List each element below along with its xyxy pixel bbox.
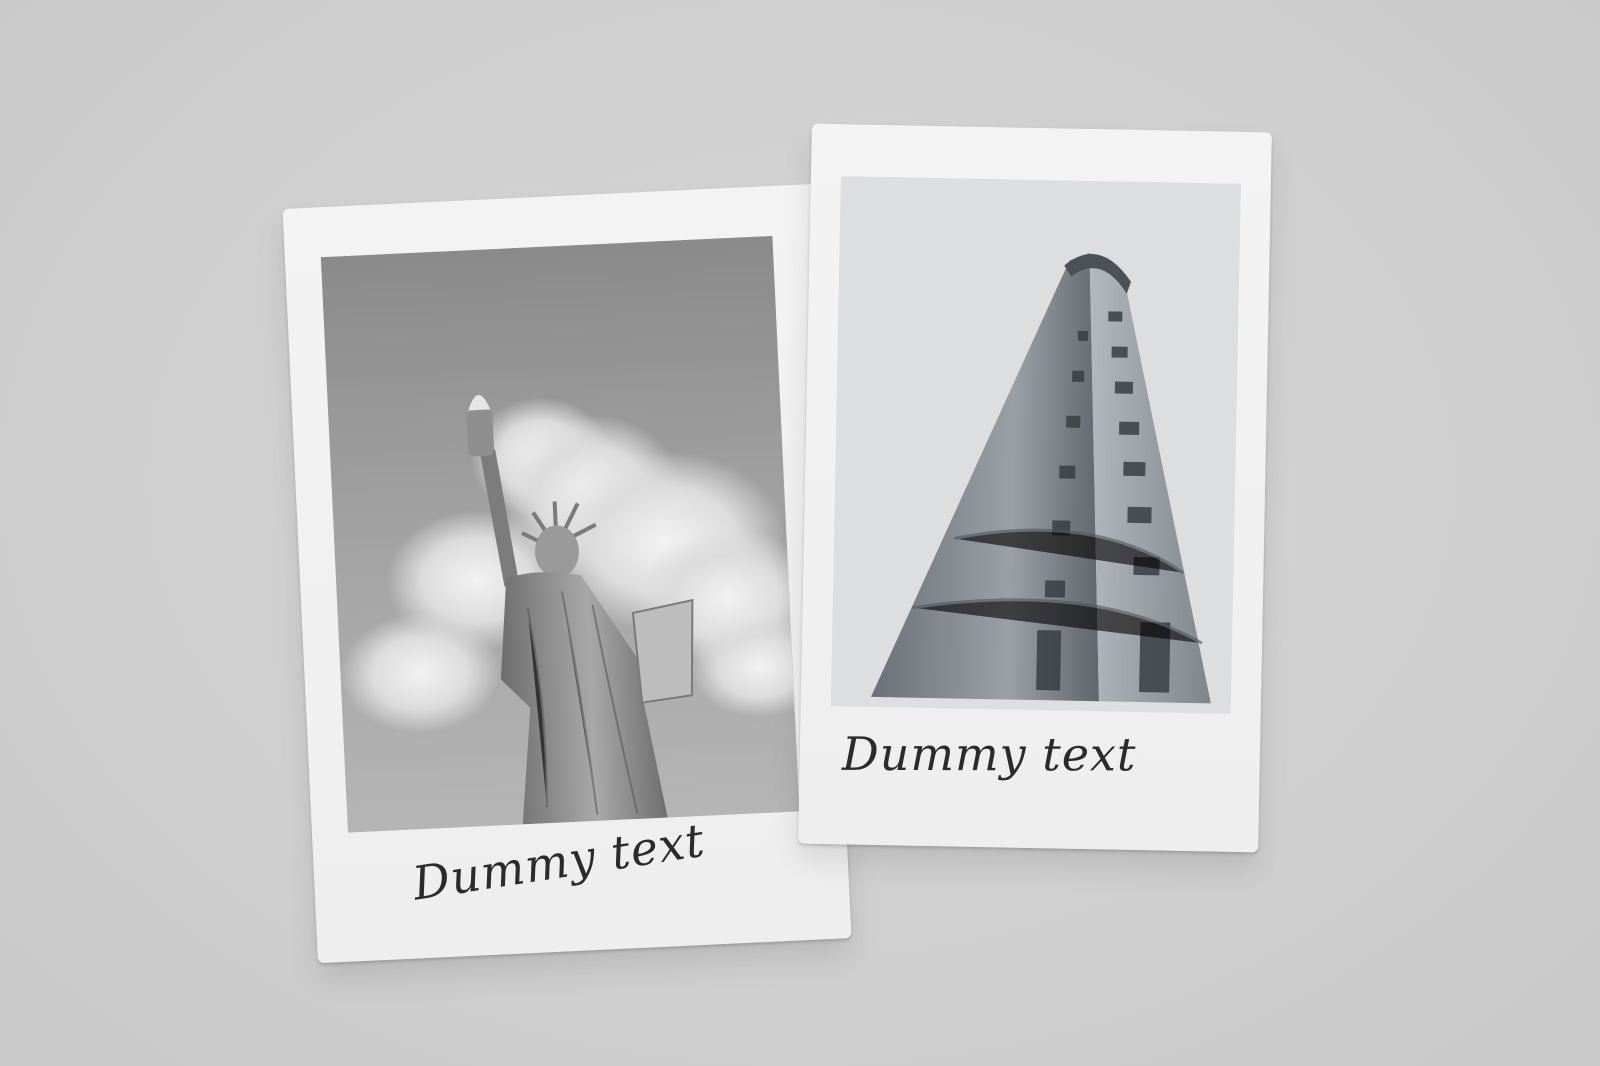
instant-photo-left: Dummy text bbox=[282, 183, 852, 964]
flatiron-image bbox=[830, 176, 1241, 714]
scene: Dummy text Dummy text bbox=[0, 0, 1600, 1066]
instant-photo-right: Dummy text bbox=[798, 123, 1272, 853]
photo-statue-of-liberty bbox=[320, 235, 800, 833]
photo-flatiron-building bbox=[830, 176, 1241, 714]
caption-right: Dummy text bbox=[841, 726, 1137, 782]
statue-image bbox=[320, 235, 800, 833]
